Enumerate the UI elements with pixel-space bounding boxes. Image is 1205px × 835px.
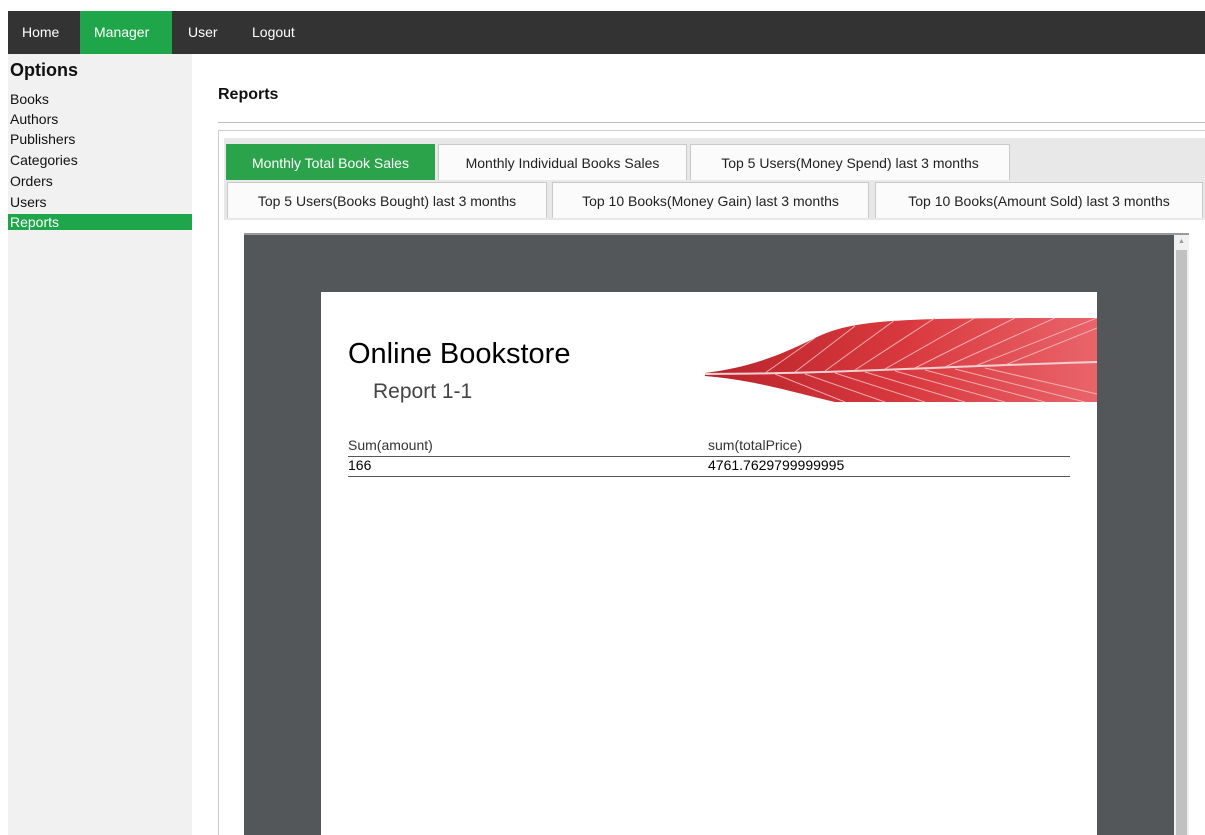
sidebar-item-reports[interactable]: Reports	[8, 214, 192, 230]
tab-bar: Monthly Total Book Sales Monthly Individ…	[224, 138, 1205, 220]
scroll-thumb[interactable]	[1176, 250, 1187, 835]
sidebar-item-categories[interactable]: Categories	[8, 152, 192, 168]
sidebar-item-users[interactable]: Users	[8, 194, 192, 210]
tab-monthly-total-book-sales[interactable]: Monthly Total Book Sales	[226, 144, 435, 180]
tab-top5-users-books-bought[interactable]: Top 5 Users(Books Bought) last 3 months	[227, 182, 547, 218]
sidebar-item-authors[interactable]: Authors	[8, 111, 192, 127]
cell-sum-amount: 166	[348, 457, 372, 473]
nav-logout[interactable]: Logout	[238, 11, 314, 54]
page-title: Reports	[218, 86, 279, 103]
tab-monthly-individual-books-sales[interactable]: Monthly Individual Books Sales	[438, 144, 687, 180]
report-page: Online Bookstore Report 1-1 Sum(amount) …	[321, 292, 1097, 835]
viewer-scrollbar[interactable]: ▲	[1174, 235, 1189, 835]
tab-top5-users-money-spend[interactable]: Top 5 Users(Money Spend) last 3 months	[690, 144, 1010, 180]
report-subtitle: Report 1-1	[373, 380, 473, 403]
nav-user[interactable]: User	[174, 11, 232, 54]
nav-manager[interactable]: Manager	[80, 11, 172, 54]
row-divider	[348, 476, 1070, 477]
sidebar-item-orders[interactable]: Orders	[8, 173, 192, 189]
tab-top10-books-amount-sold[interactable]: Top 10 Books(Amount Sold) last 3 months	[875, 182, 1203, 218]
heading-divider	[218, 122, 1205, 123]
column-header-sum-amount: Sum(amount)	[348, 437, 433, 453]
sidebar: Options Books Authors Publishers Categor…	[8, 54, 192, 835]
cell-sum-totalprice: 4761.7629799999995	[708, 457, 845, 473]
sidebar-item-books[interactable]: Books	[8, 91, 192, 107]
leaf-banner-image	[705, 318, 1097, 402]
column-header-sum-totalprice: sum(totalPrice)	[708, 437, 803, 453]
nav-home[interactable]: Home	[8, 11, 80, 54]
report-title: Online Bookstore	[348, 338, 571, 370]
sidebar-item-publishers[interactable]: Publishers	[8, 131, 192, 147]
tab-top10-books-money-gain[interactable]: Top 10 Books(Money Gain) last 3 months	[552, 182, 869, 218]
sidebar-title: Options	[10, 60, 78, 80]
scroll-up-icon[interactable]: ▲	[1174, 235, 1189, 249]
top-nav: Home Manager User Logout	[8, 11, 1205, 54]
